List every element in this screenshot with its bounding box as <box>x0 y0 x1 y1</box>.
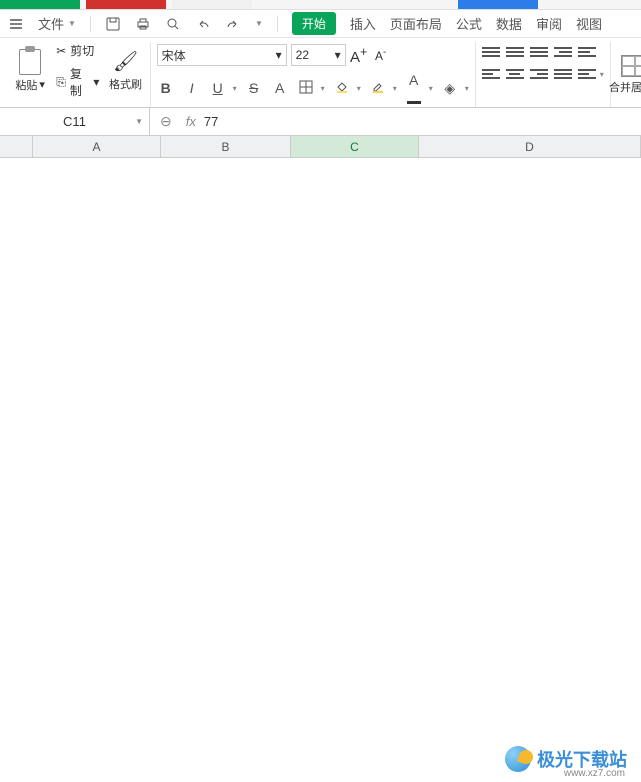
select-all-corner[interactable] <box>0 136 33 158</box>
print-icon[interactable] <box>135 16 151 32</box>
zoom-icon[interactable]: ⊖ <box>160 113 172 130</box>
clear-format-button[interactable]: ◈ <box>441 80 459 97</box>
file-menu[interactable]: 文件 ▼ <box>38 14 76 33</box>
underline-button[interactable]: U <box>209 80 227 96</box>
toolbar: 粘贴▾ ✂ 剪切 ⎘ 复制▾ 🖌 格式刷 宋体▾ <box>0 38 641 108</box>
spreadsheet-grid[interactable]: ABCD4567891011121314151617181920212223李木… <box>0 136 641 737</box>
save-icon[interactable] <box>105 16 121 32</box>
copy-icon: ⎘ <box>56 75 66 90</box>
column-header-D[interactable]: D <box>419 136 641 158</box>
hamburger-icon[interactable] <box>8 16 24 32</box>
font-color-button[interactable]: A <box>405 72 423 104</box>
clipboard-icon <box>19 49 41 75</box>
paste-button[interactable]: 粘贴▾ <box>12 42 48 99</box>
indent-decrease-button[interactable] <box>578 44 596 60</box>
scissors-icon: ✂ <box>56 44 66 58</box>
redo-icon[interactable] <box>225 16 241 32</box>
formula-bar: C11 ▼ ⊖ fx 77 <box>0 108 641 136</box>
fill-color-button[interactable] <box>333 79 351 98</box>
bold-button[interactable]: B <box>157 80 175 96</box>
align-justify-button[interactable] <box>554 66 572 82</box>
text-format-button[interactable]: A <box>271 80 289 96</box>
italic-button[interactable]: I <box>183 80 201 96</box>
decrease-font-button[interactable]: A- <box>372 47 390 63</box>
menu-insert[interactable]: 插入 <box>350 14 376 33</box>
chevron-down-icon: ▼ <box>255 19 263 28</box>
fx-icon[interactable]: fx <box>186 114 196 129</box>
formula-input[interactable]: 77 <box>204 114 218 129</box>
menu-view[interactable]: 视图 <box>576 14 602 33</box>
column-header-C[interactable]: C <box>291 136 419 158</box>
format-painter-button[interactable]: 🖌 格式刷 <box>107 42 143 99</box>
highlight-color-button[interactable] <box>369 79 387 98</box>
merge-center-button[interactable]: 合并居中▾ <box>609 79 641 95</box>
brush-icon: 🖌 <box>113 49 138 74</box>
vertical-align-top-button[interactable] <box>482 44 500 60</box>
font-size-select[interactable]: 22▾ <box>291 44 346 66</box>
merge-cells-icon <box>621 55 641 77</box>
chevron-down-icon: ▼ <box>68 19 76 28</box>
menubar: 文件 ▼ ▼ 开始 插入 页面布局 公式 数据 审阅 视图 <box>0 10 641 38</box>
align-right-button[interactable] <box>530 66 548 82</box>
column-header-B[interactable]: B <box>161 136 291 158</box>
border-button[interactable] <box>297 79 315 98</box>
file-label: 文件 <box>38 14 64 33</box>
menu-page-layout[interactable]: 页面布局 <box>390 14 442 33</box>
cut-button[interactable]: ✂ 剪切 <box>56 42 99 59</box>
align-center-button[interactable] <box>506 66 524 82</box>
chevron-down-icon: ▼ <box>135 117 143 126</box>
vertical-align-middle-button[interactable] <box>506 44 524 60</box>
name-box[interactable]: C11 ▼ <box>0 108 150 135</box>
preview-icon[interactable] <box>165 16 181 32</box>
increase-font-button[interactable]: A+ <box>350 45 368 66</box>
indent-increase-button[interactable] <box>554 44 572 60</box>
watermark-logo-icon <box>505 746 531 772</box>
undo-icon[interactable] <box>195 16 211 32</box>
vertical-align-bottom-button[interactable] <box>530 44 548 60</box>
start-tab[interactable]: 开始 <box>292 12 336 35</box>
align-left-button[interactable] <box>482 66 500 82</box>
menu-review[interactable]: 审阅 <box>536 14 562 33</box>
document-tabs <box>0 0 641 10</box>
copy-button[interactable]: ⎘ 复制▾ <box>56 65 99 99</box>
font-name-select[interactable]: 宋体▾ <box>157 44 287 66</box>
menu-data[interactable]: 数据 <box>496 14 522 33</box>
wrap-text-button[interactable] <box>578 66 596 82</box>
watermark: 极光下载站 www.xz7.com <box>505 746 627 772</box>
strikethrough-button[interactable]: S <box>245 80 263 96</box>
column-header-A[interactable]: A <box>33 136 161 158</box>
menu-formula[interactable]: 公式 <box>456 14 482 33</box>
